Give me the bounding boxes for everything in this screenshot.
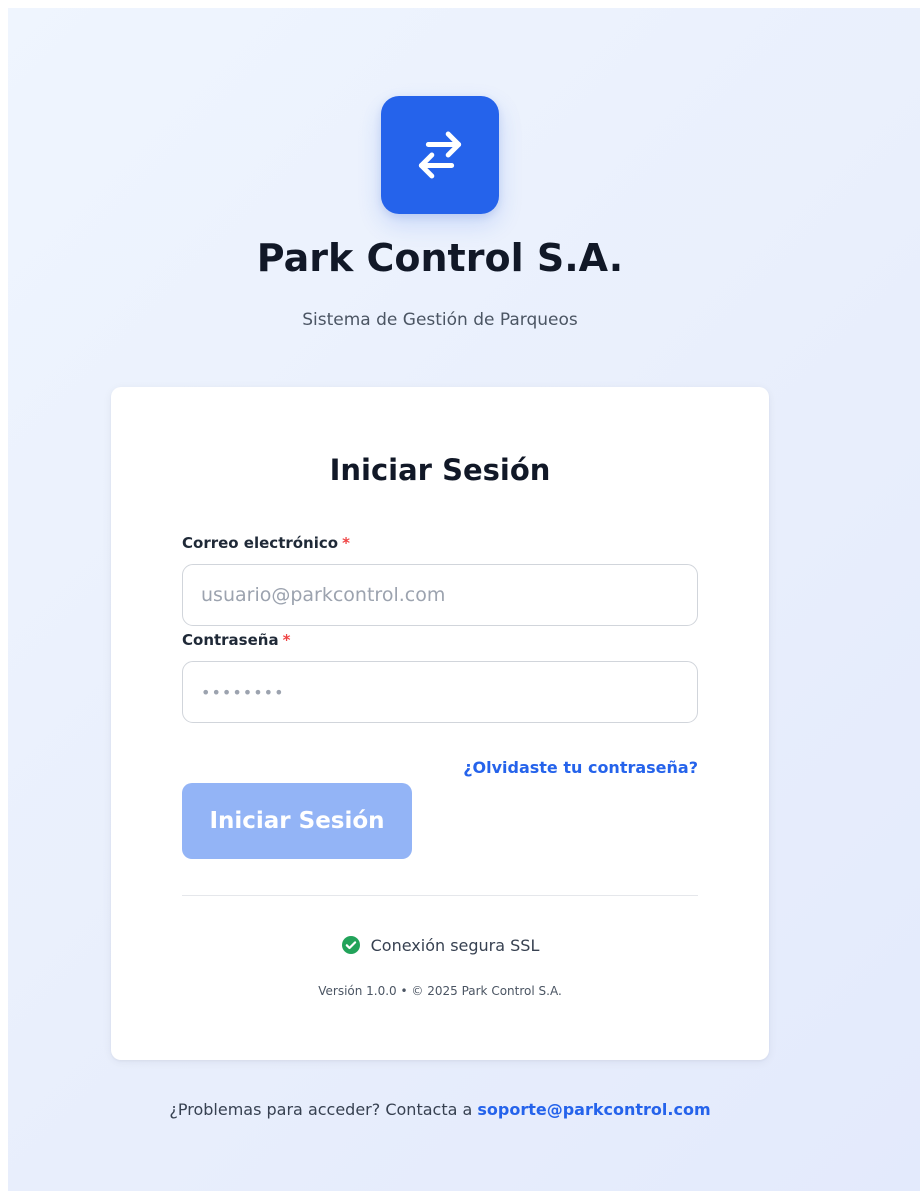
app-title: Park Control S.A. <box>256 236 624 280</box>
password-label-text: Contraseña <box>182 631 279 649</box>
ssl-status: Conexión segura SSL <box>0 935 880 955</box>
check-circle-icon <box>341 936 360 954</box>
email-label: Correo electrónico * <box>182 534 350 552</box>
login-submit-button[interactable]: Iniciar Sesión <box>182 783 412 859</box>
email-input[interactable] <box>182 564 698 626</box>
support-email-link[interactable]: soporte@parkcontrol.com <box>477 1100 710 1119</box>
app-logo <box>381 96 499 214</box>
support-contact: ¿Problemas para acceder? Contacta a sopo… <box>0 1100 880 1119</box>
card-divider <box>182 895 698 896</box>
email-label-text: Correo electrónico <box>182 534 339 552</box>
support-text: ¿Problemas para acceder? Contacta a <box>169 1100 473 1119</box>
version-info: Versión 1.0.0 • © 2025 Park Control S.A. <box>318 984 562 998</box>
app-subtitle: Sistema de Gestión de Parqueos <box>302 310 578 330</box>
required-mark: * <box>282 631 291 649</box>
login-heading: Iniciar Sesión <box>329 453 551 487</box>
arrows-exchange-icon <box>418 131 462 179</box>
ssl-status-text: Conexión segura SSL <box>370 935 540 955</box>
password-input[interactable] <box>182 661 698 723</box>
login-card <box>111 387 769 1060</box>
forgot-password-link[interactable]: ¿Olvidaste tu contraseña? <box>463 758 698 777</box>
required-mark: * <box>342 534 350 552</box>
password-label: Contraseña * <box>182 631 290 649</box>
